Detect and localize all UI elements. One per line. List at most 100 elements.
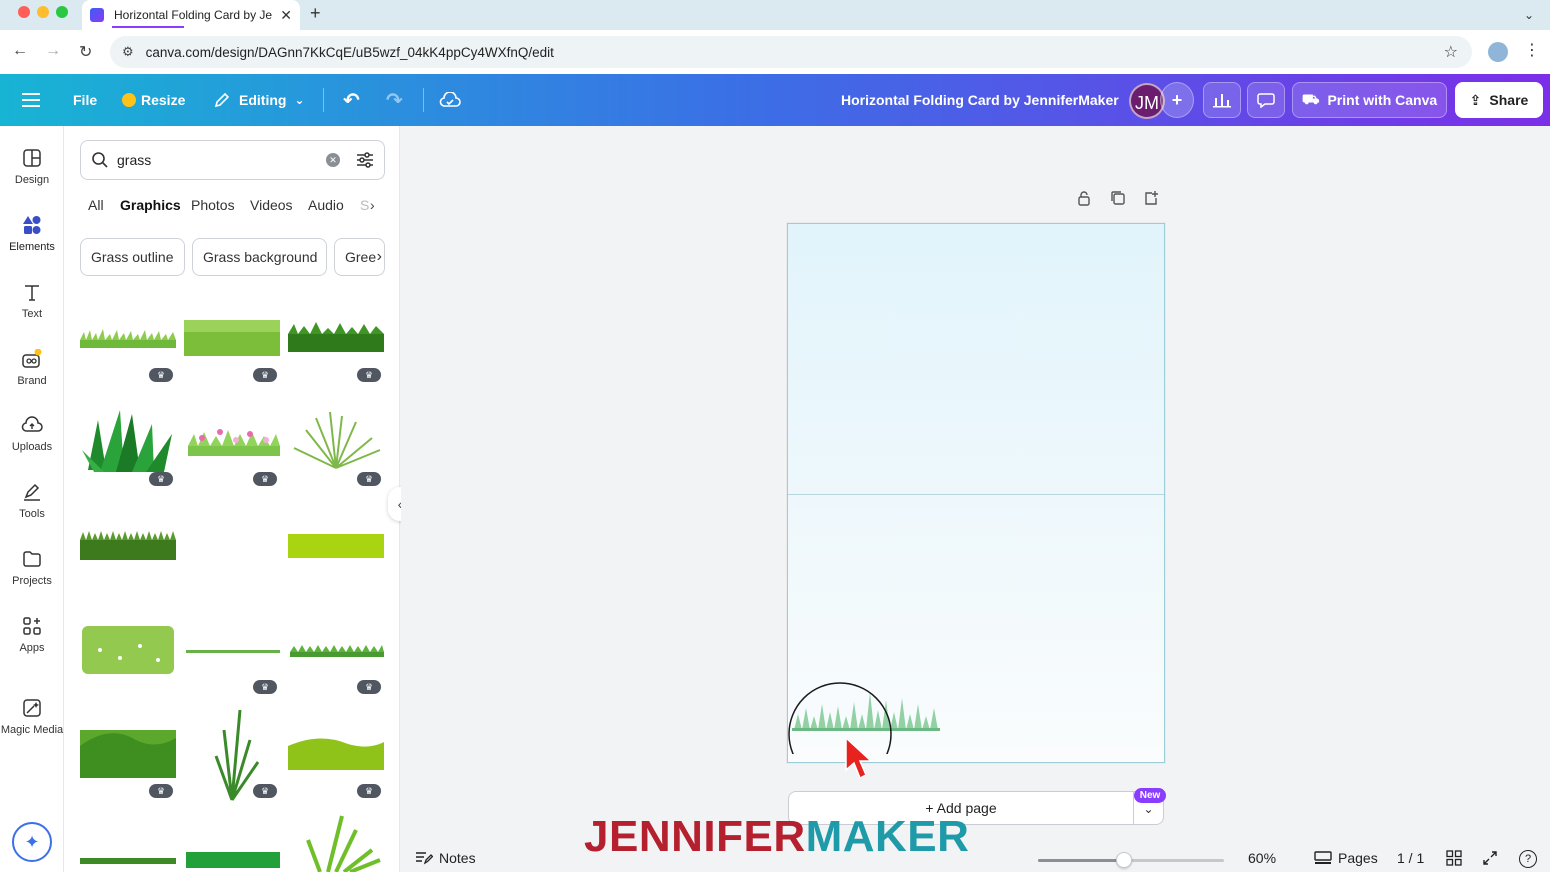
minimize-window-button[interactable]	[37, 6, 49, 18]
maximize-window-button[interactable]	[56, 6, 68, 18]
grass-tuft-thumbnail[interactable]	[293, 411, 381, 469]
suggestion-chip-grass-background[interactable]: Grass background	[192, 238, 327, 276]
site-settings-icon[interactable]: ⚙	[122, 44, 134, 60]
tab-all[interactable]: All	[88, 197, 104, 213]
fullscreen-icon[interactable]	[1482, 850, 1498, 866]
zoom-level[interactable]: 60%	[1248, 850, 1276, 866]
cursor-pointer-icon	[845, 736, 873, 780]
notes-button[interactable]: Notes	[415, 850, 476, 866]
grass-thumbnail[interactable]	[186, 650, 280, 653]
grass-graphic-on-page[interactable]	[788, 674, 988, 754]
undo-icon[interactable]: ↶	[343, 74, 360, 126]
tab-audio[interactable]: Audio	[308, 197, 344, 213]
suggestion-chip-green[interactable]: Gree ›	[334, 238, 385, 276]
crown-icon	[122, 93, 136, 107]
duplicate-page-icon[interactable]	[1110, 190, 1126, 209]
tools-icon	[24, 483, 40, 501]
rail-label: Tools	[19, 508, 45, 520]
resize-button[interactable]: Resize	[122, 74, 185, 126]
rail-item-tools[interactable]: Tools	[0, 482, 64, 520]
design-page[interactable]	[787, 223, 1165, 780]
elements-icon	[23, 216, 41, 234]
help-icon[interactable]: ?	[1519, 850, 1537, 868]
back-icon[interactable]: ←	[12, 42, 28, 60]
zoom-slider-handle[interactable]	[1115, 852, 1132, 868]
upload-share-icon: ⇪	[1469, 91, 1482, 108]
green-hills-thumbnail[interactable]	[288, 738, 384, 770]
main-menu-icon[interactable]	[22, 74, 42, 126]
redo-icon[interactable]: ↷	[386, 74, 403, 126]
search-input[interactable]: grass ✕	[80, 140, 385, 180]
rail-item-brand[interactable]: Brand	[0, 349, 64, 387]
grid-view-icon[interactable]	[1446, 850, 1462, 866]
pages-button[interactable]: Pages	[1314, 850, 1378, 866]
premium-crown-icon: ♛	[149, 368, 173, 382]
grass-thumbnail[interactable]	[80, 858, 176, 864]
clear-search-icon[interactable]: ✕	[326, 153, 340, 167]
new-tab-icon[interactable]: +	[310, 3, 321, 24]
canva-favicon-icon	[90, 8, 104, 22]
add-collaborator-icon[interactable]: +	[1160, 82, 1194, 118]
lock-page-icon[interactable]	[1076, 190, 1092, 209]
reload-icon[interactable]: ↻	[79, 42, 92, 62]
rail-item-text[interactable]: Text	[0, 282, 64, 320]
grass-thumbnail[interactable]	[290, 645, 384, 657]
rail-item-magic-media[interactable]: Magic Media	[0, 698, 64, 736]
new-badge: New	[1134, 788, 1166, 803]
tabs-scroll-right-icon[interactable]: ›	[370, 197, 375, 213]
grass-thumbnail[interactable]	[288, 322, 384, 352]
rail-item-apps[interactable]: Apps	[0, 616, 64, 654]
comment-icon[interactable]	[1247, 82, 1285, 118]
editing-mode-dropdown[interactable]: Editing ⌄	[213, 74, 305, 126]
tab-more[interactable]: S	[360, 197, 369, 213]
rail-item-design[interactable]: Design	[0, 148, 64, 186]
close-window-button[interactable]	[18, 6, 30, 18]
pages-label: Pages	[1338, 850, 1378, 866]
profile-avatar[interactable]	[1488, 42, 1508, 62]
print-with-canva-button[interactable]: ⛟ Print with Canva	[1292, 82, 1447, 118]
filter-icon[interactable]	[356, 151, 374, 169]
grass-thumbnail[interactable]	[82, 626, 174, 674]
grass-thumbnail[interactable]	[186, 852, 280, 868]
flower-grass-thumbnail[interactable]	[188, 429, 280, 456]
green-hills-thumbnail[interactable]	[80, 730, 176, 778]
premium-crown-icon: ♛	[357, 680, 381, 694]
suggestion-chip-grass-outline[interactable]: Grass outline	[80, 238, 185, 276]
share-button[interactable]: ⇪ Share	[1455, 82, 1543, 118]
grass-thumbnail[interactable]	[184, 320, 280, 356]
rail-item-uploads[interactable]: Uploads	[0, 415, 64, 453]
zoom-slider[interactable]	[1038, 852, 1224, 868]
grass-thumbnail[interactable]	[82, 410, 172, 472]
grass-thumbnail[interactable]	[80, 329, 176, 348]
magic-assistant-button[interactable]: ✦	[12, 822, 52, 862]
document-title[interactable]: Horizontal Folding Card by JenniferMaker	[841, 74, 1119, 126]
grass-thumbnail[interactable]	[306, 815, 381, 872]
rail-item-projects[interactable]: Projects	[0, 549, 64, 587]
close-tab-icon[interactable]: ✕	[280, 7, 292, 24]
tab-videos[interactable]: Videos	[250, 197, 293, 213]
file-menu[interactable]: File	[73, 74, 97, 126]
tab-photos[interactable]: Photos	[191, 197, 235, 213]
watermark-logo: JENNIFERMAKER	[584, 812, 969, 862]
search-query: grass	[117, 152, 152, 168]
cloud-save-icon[interactable]	[439, 74, 461, 126]
projects-icon	[23, 551, 41, 567]
tab-graphics[interactable]: Graphics	[120, 197, 181, 213]
url-field[interactable]: ⚙ canva.com/design/DAGnn7KkCqE/uB5wzf_04…	[110, 36, 1472, 68]
grass-blades-thumbnail[interactable]	[214, 709, 260, 801]
premium-crown-icon: ♛	[253, 784, 277, 798]
tab-search-icon[interactable]: ⌄	[1518, 4, 1540, 26]
bookmark-star-icon[interactable]: ☆	[1444, 42, 1458, 62]
sparkle-icon: ✦	[24, 831, 40, 852]
add-page-icon[interactable]	[1143, 190, 1159, 209]
chips-scroll-right-icon[interactable]: ›	[377, 248, 382, 266]
grass-thumbnail[interactable]	[80, 531, 176, 560]
resize-label: Resize	[141, 92, 186, 108]
forward-icon[interactable]: →	[45, 42, 61, 60]
zoom-slider-fill	[1038, 859, 1124, 862]
browser-menu-icon[interactable]: ⋮	[1524, 40, 1540, 60]
rail-item-elements[interactable]: Elements	[0, 215, 64, 253]
active-tab-indicator	[112, 26, 184, 28]
insights-chart-icon[interactable]	[1203, 82, 1241, 118]
grass-thumbnail[interactable]	[288, 534, 384, 558]
